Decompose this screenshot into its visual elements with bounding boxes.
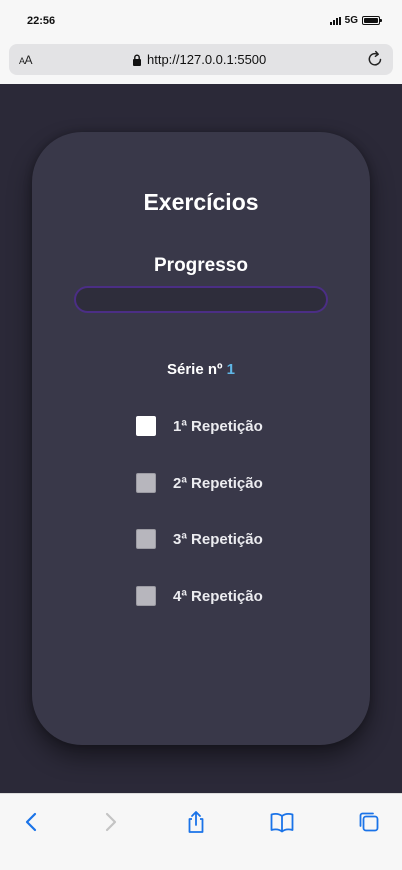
repetition-item-4[interactable]: 4ª Repetição — [136, 586, 263, 606]
repetition-checkbox-1[interactable] — [136, 416, 156, 436]
repetition-label-4: 4ª Repetição — [173, 587, 263, 605]
serie-indicator: Série nº 1 — [32, 361, 370, 378]
browser-toolbar — [0, 793, 402, 870]
repetition-label-1: 1ª Repetição — [173, 417, 263, 435]
lock-icon — [133, 54, 141, 66]
serie-number: 1 — [226, 361, 236, 378]
bookmarks-icon — [270, 812, 294, 833]
network-type: 5G — [344, 15, 358, 26]
signal-icon — [329, 16, 341, 25]
serie-label: Série nº — [166, 361, 223, 378]
repetition-item-2[interactable]: 2ª Repetição — [136, 473, 263, 493]
repetition-label-3: 3ª Repetição — [173, 530, 263, 548]
progress-bar — [74, 286, 328, 313]
repetition-label-2: 2ª Repetição — [173, 474, 263, 492]
repetition-item-3[interactable]: 3ª Repetição — [136, 529, 263, 549]
share-button[interactable] — [183, 809, 209, 835]
repetition-checkbox-2[interactable] — [136, 473, 156, 493]
tabs-button[interactable] — [356, 809, 382, 835]
back-chevron-icon — [25, 812, 37, 832]
repetition-item-1[interactable]: 1ª Repetição — [136, 416, 263, 436]
page-title: Exercícios — [143, 189, 259, 215]
back-button[interactable] — [18, 809, 44, 835]
tabs-icon — [359, 812, 379, 832]
address-bar[interactable]: AA http://127.0.0.1:5500 — [9, 44, 393, 75]
share-icon — [188, 811, 204, 833]
status-indicators: 5G — [329, 15, 382, 26]
url-text: http://127.0.0.1:5500 — [147, 52, 267, 67]
status-bar: 22:56 5G — [0, 0, 402, 44]
progress-label: Progresso — [154, 255, 248, 276]
reload-icon[interactable] — [365, 49, 385, 69]
forward-chevron-icon — [105, 812, 117, 832]
status-time: 22:56 — [27, 15, 56, 27]
repetition-checkbox-3[interactable] — [136, 529, 156, 549]
app-viewport: Exercícios Progresso Série nº 1 1ª Repet… — [0, 84, 402, 793]
bookmarks-button[interactable] — [269, 809, 295, 835]
forward-button[interactable] — [98, 809, 124, 835]
exercise-card: Exercícios Progresso Série nº 1 1ª Repet… — [32, 132, 370, 745]
battery-icon — [362, 16, 382, 25]
reader-settings-button[interactable]: AA — [19, 53, 33, 67]
url-display[interactable]: http://127.0.0.1:5500 — [132, 52, 266, 67]
repetition-checkbox-4[interactable] — [136, 586, 156, 606]
